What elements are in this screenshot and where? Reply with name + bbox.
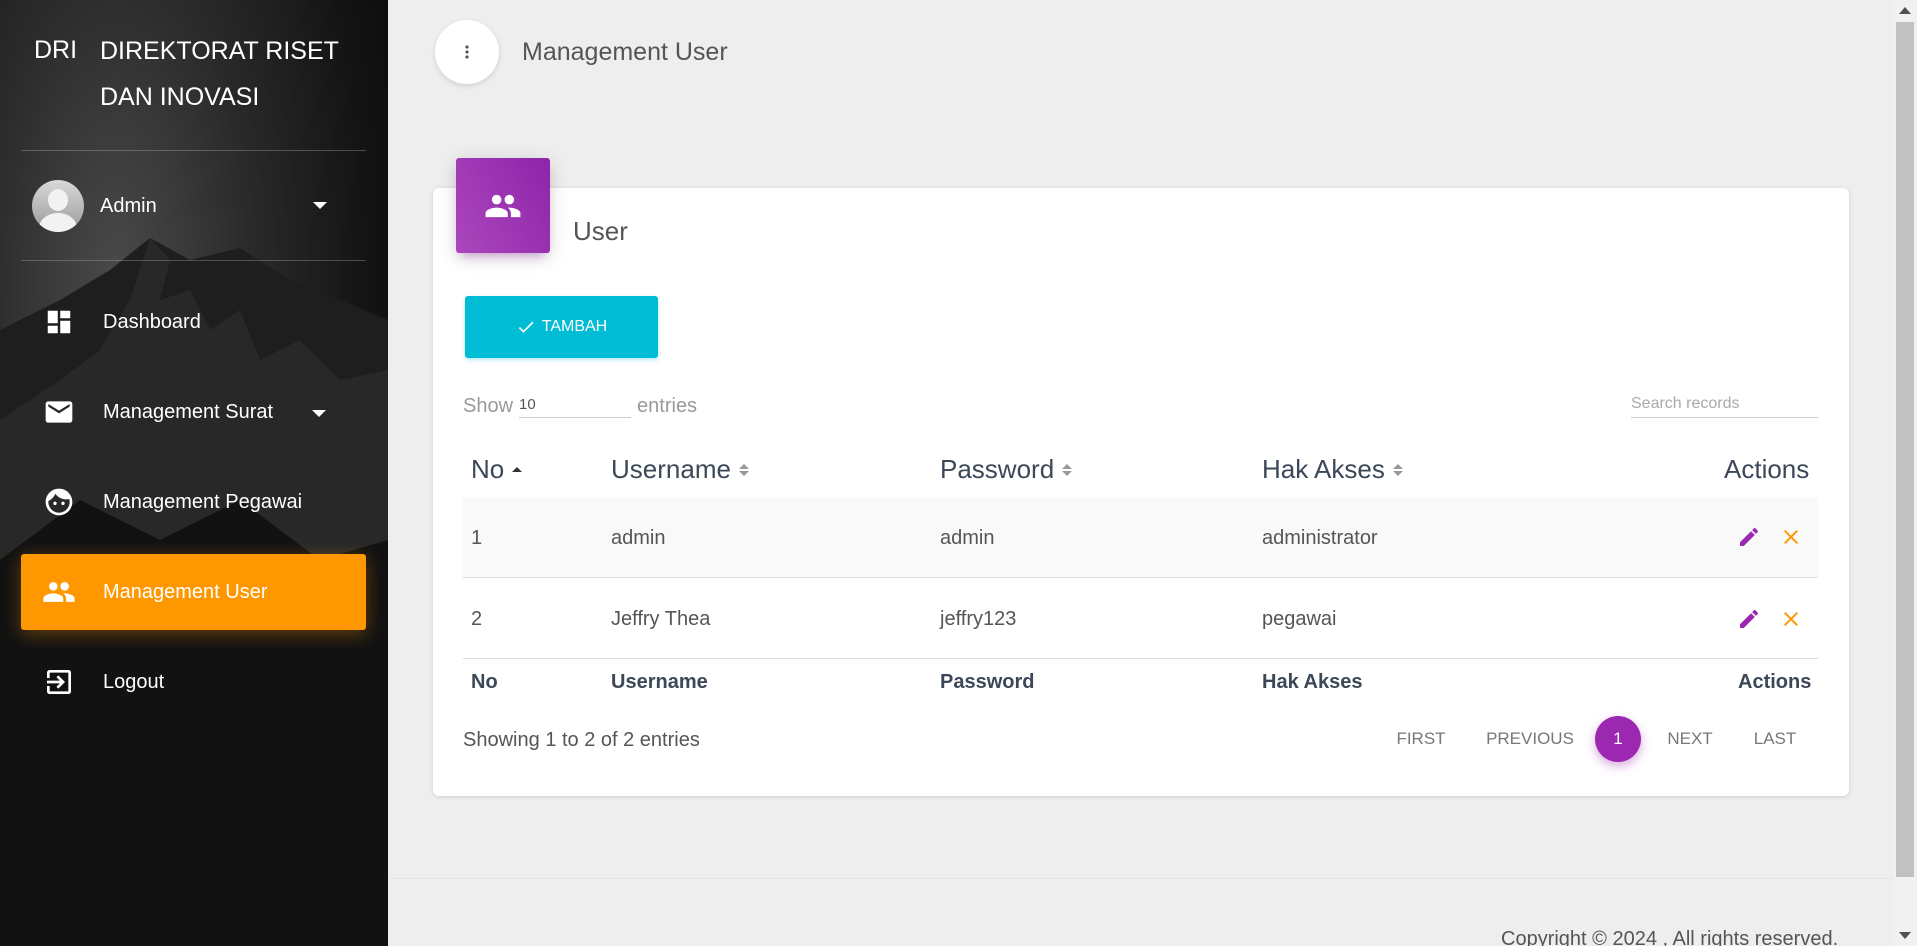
brand-mini: DRI xyxy=(34,36,78,64)
column-header-no[interactable]: No xyxy=(471,454,523,485)
logout-icon xyxy=(39,666,79,698)
column-header-password[interactable]: Password xyxy=(940,454,1073,485)
sort-asc-icon xyxy=(512,462,523,478)
sidebar-item-management-surat[interactable]: Management Surat xyxy=(21,374,366,450)
entries-label: entries xyxy=(637,395,698,417)
column-header-label: No xyxy=(471,454,505,484)
avatar xyxy=(32,180,84,232)
cell-username: Jeffry Thea xyxy=(611,607,711,630)
sidebar-item-label: Logout xyxy=(103,670,165,693)
table-row: 2 Jeffry Thea jeffry123 pegawai xyxy=(463,579,1818,659)
chevron-down-icon xyxy=(312,410,326,417)
sidebar-item-label: Management User xyxy=(103,580,268,603)
sidebar: DRI DIREKTORAT RISET DAN INOVASI Admin D… xyxy=(0,0,388,946)
column-header-actions: Actions xyxy=(1724,454,1809,485)
add-user-button[interactable]: TAMBAH xyxy=(465,296,658,358)
sidebar-item-management-pegawai[interactable]: Management Pegawai xyxy=(21,464,366,540)
scrollbar-thumb[interactable] xyxy=(1896,22,1914,877)
sort-icon xyxy=(1392,462,1403,478)
column-header-username[interactable]: Username xyxy=(611,454,749,485)
sidebar-item-management-user[interactable]: Management User xyxy=(21,554,366,630)
sidebar-toggle-button[interactable] xyxy=(435,20,499,84)
copyright: Copyright © 2024 , All rights reserved. xyxy=(1501,928,1839,946)
add-button-label: TAMBAH xyxy=(541,318,608,335)
card-title: User xyxy=(573,216,628,246)
column-header-label: Actions xyxy=(1724,454,1810,484)
edit-icon[interactable] xyxy=(1734,604,1764,634)
cell-password: admin xyxy=(940,526,995,549)
delete-icon[interactable] xyxy=(1776,604,1806,634)
scroll-down-icon[interactable] xyxy=(1899,932,1911,939)
mail-icon xyxy=(39,396,79,428)
column-header-label: Password xyxy=(940,454,1055,484)
sidebar-item-dashboard[interactable]: Dashboard xyxy=(21,284,366,360)
show-label: Show xyxy=(463,395,514,417)
sort-icon xyxy=(738,462,749,478)
sidebar-item-label: Management Pegawai xyxy=(103,490,303,513)
brand-line-1: DIREKTORAT RISET xyxy=(100,37,339,65)
sidebar-item-logout[interactable]: Logout xyxy=(21,644,366,720)
user-card xyxy=(433,188,1849,796)
more-vert-icon xyxy=(465,45,469,59)
pagination-next[interactable]: NEXT xyxy=(1663,716,1717,762)
cell-username: admin xyxy=(611,526,666,549)
scroll-up-icon[interactable] xyxy=(1899,7,1911,14)
user-name: Admin xyxy=(100,194,157,217)
footer-divider xyxy=(388,878,1893,879)
cell-hak-akses: pegawai xyxy=(1262,607,1337,630)
column-header-label: Hak Akses xyxy=(1262,454,1385,484)
dashboard-icon xyxy=(39,307,79,337)
sidebar-divider xyxy=(21,150,366,151)
pagination-page-1[interactable]: 1 xyxy=(1595,716,1641,762)
footer-header-actions: Actions xyxy=(1738,671,1812,693)
footer-header-hak-akses: Hak Akses xyxy=(1262,671,1363,693)
pagination-last[interactable]: LAST xyxy=(1749,716,1801,762)
people-icon xyxy=(485,194,521,217)
pagination-first[interactable]: FIRST xyxy=(1393,716,1449,762)
chevron-down-icon xyxy=(313,202,327,209)
cell-no: 2 xyxy=(471,607,483,630)
cell-password: jeffry123 xyxy=(940,607,1017,630)
brand-line-2: DAN INOVASI xyxy=(100,83,260,111)
people-icon xyxy=(39,575,79,609)
column-header-hak-akses[interactable]: Hak Akses xyxy=(1262,454,1403,485)
cell-hak-akses: administrator xyxy=(1262,526,1378,549)
face-icon xyxy=(39,486,79,518)
table-info: Showing 1 to 2 of 2 entries xyxy=(463,729,700,751)
footer-header-password: Password xyxy=(940,671,1035,693)
card-header-icon xyxy=(456,158,550,253)
search-input[interactable] xyxy=(1631,391,1818,418)
table-length-control: Show entries xyxy=(463,391,697,418)
user-menu[interactable]: Admin xyxy=(32,180,332,232)
brand[interactable]: DRI DIREKTORAT RISET DAN INOVASI xyxy=(34,36,339,120)
check-icon xyxy=(518,321,534,333)
delete-icon[interactable] xyxy=(1776,522,1806,552)
entries-length-input[interactable] xyxy=(519,391,632,418)
footer-header-username: Username xyxy=(611,671,708,693)
pagination-previous[interactable]: PREVIOUS xyxy=(1481,716,1579,762)
column-header-label: Username xyxy=(611,454,731,484)
sort-icon xyxy=(1062,462,1073,478)
page-title: Management User xyxy=(522,38,728,66)
footer-header-no: No xyxy=(471,671,498,693)
sidebar-item-label: Management Surat xyxy=(103,400,274,423)
sidebar-divider xyxy=(21,260,366,261)
table-row: 1 admin admin administrator xyxy=(463,498,1818,578)
brand-full: DIREKTORAT RISET DAN INOVASI xyxy=(100,28,339,120)
cell-no: 1 xyxy=(471,526,483,549)
edit-icon[interactable] xyxy=(1734,522,1764,552)
sidebar-item-label: Dashboard xyxy=(103,310,201,333)
